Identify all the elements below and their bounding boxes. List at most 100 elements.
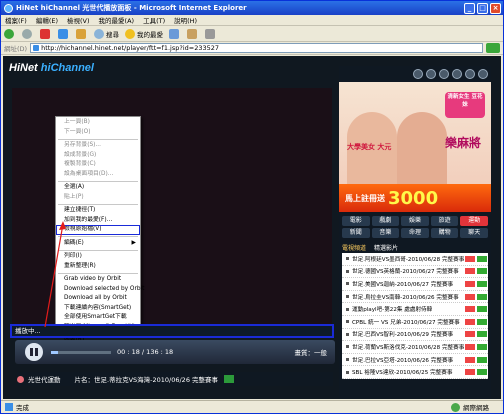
- context-menu-item[interactable]: 建立捷徑(T): [56, 206, 140, 216]
- advertisement[interactable]: 清新女生 豆花妹 大學美女 大元 樂麻將 馬上註冊送 3000: [339, 82, 491, 212]
- context-menu-item-label: 重新整理(R): [64, 262, 96, 269]
- hq-badge-icon: [465, 293, 475, 300]
- context-menu-item[interactable]: 全部使用SmartGet下載: [56, 313, 140, 323]
- hinet-logo: HiNet hiChannel: [9, 62, 121, 80]
- play-badge-icon[interactable]: [477, 280, 487, 287]
- mail-button[interactable]: [187, 28, 199, 39]
- hq-badge-icon: [465, 331, 475, 338]
- list-item-title: 世足.烏拉圭VS南韓-2010/06/26 完整賽事: [352, 294, 459, 301]
- home-icon: [76, 28, 86, 39]
- address-input[interactable]: http://hichannel.hinet.net/player/ftt=f1…: [30, 43, 483, 53]
- list-item[interactable]: 世足.烏拉圭VS南韓-2010/06/26 完整賽事: [342, 291, 488, 304]
- list-item-title: 世足.德國VS英格蘭-2010/06/27 完整賽事: [352, 269, 459, 276]
- context-menu-item[interactable]: Download all by Orbit: [56, 294, 140, 304]
- logo-hinet: HiNet: [9, 62, 38, 74]
- forward-button[interactable]: [22, 28, 34, 39]
- category-nav-item[interactable]: 命理: [401, 228, 429, 238]
- list-item[interactable]: CPBL 統一 VS 兄弟-2010/06/27 完整賽事: [342, 316, 488, 329]
- search-button[interactable]: 搜尋: [94, 28, 119, 39]
- list-item-title: 世足.巴西VS智利-2010/06/29 完整賽事: [352, 332, 454, 339]
- context-menu-item[interactable]: 下載連續內容(SmartGet): [56, 304, 140, 314]
- print-button[interactable]: [205, 28, 217, 39]
- list-item[interactable]: 世足.阿根廷VS墨西哥-2010/06/28 完整賽事: [342, 253, 488, 266]
- stop-button[interactable]: [40, 28, 52, 39]
- menu-favorites[interactable]: 我的最愛(A): [99, 15, 135, 25]
- context-menu-item[interactable]: 全選(A): [56, 183, 140, 193]
- bullet-icon: [346, 370, 349, 374]
- list-item[interactable]: SBL 裕隆VS達欣-2010/06/25 完整賽事: [342, 366, 488, 379]
- grid-icon[interactable]: [439, 69, 449, 79]
- go-button[interactable]: [486, 43, 500, 53]
- play-badge-icon[interactable]: [477, 306, 487, 313]
- program-title: 世足.蒂拉克VS海灣-2010/06/26 完整賽事: [94, 376, 219, 384]
- bullet-icon: [346, 358, 349, 362]
- list-icon[interactable]: [426, 69, 436, 79]
- play-badge-icon[interactable]: [477, 293, 487, 300]
- category-nav-item[interactable]: 購物: [430, 228, 459, 238]
- quality-label[interactable]: 畫質：一般: [295, 347, 328, 357]
- context-menu-item[interactable]: Grab video by Orbit: [56, 275, 140, 285]
- hq-badge-icon: [465, 356, 475, 363]
- maximize-button[interactable]: □: [477, 2, 488, 14]
- context-menu-item-label: 設為桌面項目(D)...: [64, 170, 114, 177]
- back-button[interactable]: [4, 28, 16, 39]
- pause-button[interactable]: [25, 343, 43, 361]
- menu-view[interactable]: 檢視(V): [67, 15, 90, 25]
- play-badge-icon[interactable]: [477, 356, 487, 363]
- list-item[interactable]: 世足.巴西VS智利-2010/06/29 完整賽事: [342, 329, 488, 342]
- refresh-icon: [58, 28, 68, 39]
- close-button[interactable]: ×: [490, 2, 501, 14]
- context-menu-item[interactable]: 重新整理(R): [56, 262, 140, 272]
- play-badge-icon[interactable]: [477, 268, 487, 275]
- context-menu-item-label: 全部使用SmartGet下載: [64, 314, 127, 320]
- category-nav-item[interactable]: 電影: [342, 216, 370, 226]
- context-menu-item[interactable]: 加到我的最愛(F)...: [56, 216, 140, 226]
- player-controls: 00 : 18 / 136 : 18 畫質：一般: [15, 340, 335, 364]
- title-bar: HiNet hiChannel 光世代播放面板 - Microsoft Inte…: [1, 1, 503, 15]
- context-menu-item-label: 全選(A): [64, 184, 85, 190]
- context-menu-item[interactable]: 檢視原始檔(V): [56, 225, 140, 235]
- menu-file[interactable]: 檔案(F): [5, 15, 27, 25]
- menu-help[interactable]: 說明(H): [174, 15, 197, 25]
- category-nav-item[interactable]: 聊天: [460, 228, 488, 238]
- context-menu-item[interactable]: Download selected by Orbit: [56, 285, 144, 295]
- play-badge-icon[interactable]: [477, 331, 487, 338]
- category-nav-item[interactable]: 運動: [460, 216, 488, 226]
- bullet-icon: [346, 345, 349, 349]
- context-menu-item[interactable]: 列印(I): [56, 252, 140, 262]
- toolbar: 搜尋 我的最愛: [1, 26, 503, 42]
- list-item[interactable]: 世足.德國VS英格蘭-2010/06/27 完整賽事: [342, 266, 488, 279]
- category-nav-item[interactable]: 旅遊: [430, 216, 459, 226]
- menu-edit[interactable]: 編輯(E): [36, 15, 58, 25]
- list-item[interactable]: 世足.荷蘭VS斯洛伐克-2010/06/28 完整賽事: [342, 341, 488, 354]
- context-menu-item-label: 貼上(P): [64, 193, 84, 200]
- list-tab[interactable]: 精選影片: [374, 243, 398, 252]
- menu-tools[interactable]: 工具(T): [143, 15, 165, 25]
- info-icon[interactable]: [413, 69, 423, 79]
- list-tab[interactable]: 電視頻道: [342, 243, 366, 252]
- play-badge-icon[interactable]: [477, 369, 487, 376]
- category-nav-item[interactable]: 戲劇: [371, 216, 400, 226]
- play-badge-icon[interactable]: [477, 318, 487, 325]
- minimize-button[interactable]: _: [464, 2, 475, 14]
- hq-badge-icon: [465, 318, 475, 325]
- seek-bar[interactable]: [51, 350, 111, 354]
- refresh-button[interactable]: [58, 28, 70, 39]
- play-badge-icon[interactable]: [477, 343, 487, 350]
- category-nav-item[interactable]: 新聞: [342, 228, 370, 238]
- home-button[interactable]: [76, 28, 88, 39]
- list-item[interactable]: 世足.美國VS迦納-2010/06/27 完整賽事: [342, 278, 488, 291]
- list-item[interactable]: 運動playl吧-第22集 處處射侍韓: [342, 303, 488, 316]
- category-nav-item[interactable]: 音樂: [371, 228, 400, 238]
- category-nav-item[interactable]: 娛樂: [401, 216, 429, 226]
- category-nav: 電影 戲劇 娛樂 旅遊 運動新聞 音樂 命理 購物 聊天: [339, 212, 491, 242]
- context-menu-item[interactable]: 編碼(E) ▶: [56, 239, 140, 249]
- context-menu-item-label: 下一頁(O): [64, 128, 91, 135]
- history-button[interactable]: [169, 28, 181, 39]
- favorites-button[interactable]: 我的最愛: [125, 28, 163, 39]
- share-icon[interactable]: [452, 69, 462, 79]
- settings-icon[interactable]: [465, 69, 475, 79]
- list-item[interactable]: 世足.巴拉VS亞塔-2010/06/26 完整賽事: [342, 354, 488, 367]
- close-panel-icon[interactable]: [478, 69, 488, 79]
- play-badge-icon[interactable]: [477, 255, 487, 262]
